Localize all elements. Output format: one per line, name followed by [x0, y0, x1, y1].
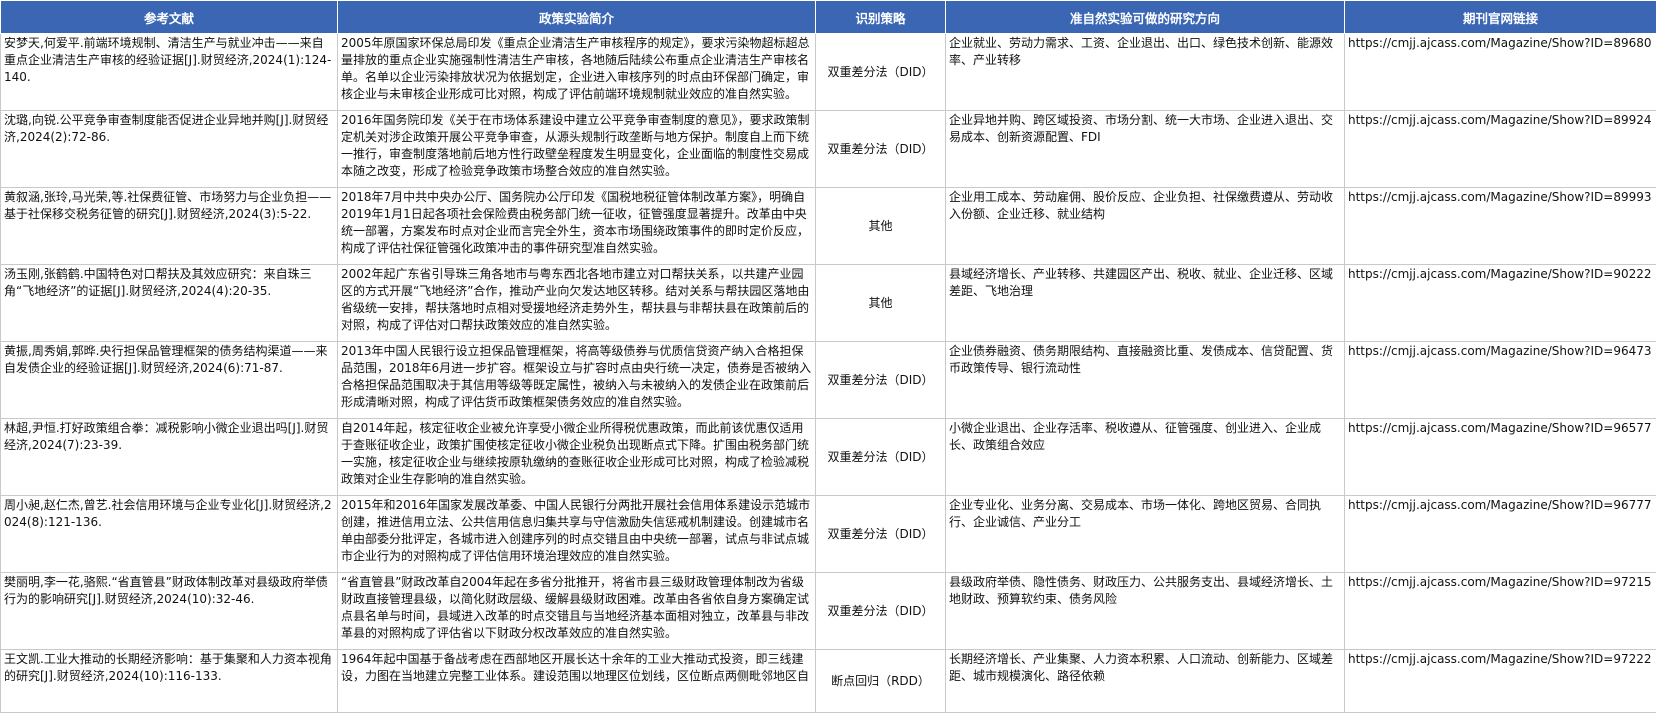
research-direction-cell[interactable]: 企业债券融资、债务期限结构、直接融资比重、发债成本、信贷配置、货币政策传导、银行…: [946, 342, 1345, 419]
research-direction-cell[interactable]: 企业就业、劳动力需求、工资、企业退出、出口、绿色技术创新、能源效率、产业转移: [946, 34, 1345, 111]
policy-intro-cell[interactable]: 2002年起广东省引导珠三角各地市与粤东西北各地市建立对口帮扶关系，以共建产业园…: [338, 265, 816, 342]
literature-table: 参考文献 政策实验简介 识别策略 准自然实验可做的研究方向 期刊官网链接 安梦天…: [0, 0, 1656, 713]
journal-link-cell[interactable]: https://cmjj.ajcass.com/Magazine/Show?ID…: [1345, 111, 1656, 188]
journal-link-cell[interactable]: https://cmjj.ajcass.com/Magazine/Show?ID…: [1345, 419, 1656, 496]
policy-intro-cell[interactable]: “省直管县”财政改革自2004年起在多省分批推开，将省市县三级财政管理体制改为省…: [338, 573, 816, 650]
research-direction-cell[interactable]: 小微企业退出、企业存活率、税收遵从、征管强度、创业进入、企业成长、政策组合效应: [946, 419, 1345, 496]
strategy-cell[interactable]: 双重差分法（DID）: [816, 496, 946, 573]
research-direction-cell[interactable]: 企业用工成本、劳动雇佣、股价反应、企业负担、社保缴费遵从、劳动收入份额、企业迁移…: [946, 188, 1345, 265]
policy-intro-cell[interactable]: 2018年7月中共中央办公厅、国务院办公厅印发《国税地税征管体制改革方案》，明确…: [338, 188, 816, 265]
reference-cell[interactable]: 周小昶,赵仁杰,曾艺.社会信用环境与企业专业化[J].财贸经济,2024(8):…: [1, 496, 338, 573]
research-direction-cell[interactable]: 县域经济增长、产业转移、共建园区产出、税收、就业、企业迁移、区域差距、飞地治理: [946, 265, 1345, 342]
policy-intro-cell[interactable]: 自2014年起，核定征收企业被允许享受小微企业所得税优惠政策，而此前该优惠仅适用…: [338, 419, 816, 496]
policy-intro-cell[interactable]: 1964年起中国基于备战考虑在西部地区开展长达十余年的工业大推动式投资，即三线建…: [338, 650, 816, 713]
header-journal-link[interactable]: 期刊官网链接: [1345, 1, 1656, 34]
policy-intro-cell[interactable]: 2015年和2016年国家发展改革委、中国人民银行分两批开展社会信用体系建设示范…: [338, 496, 816, 573]
strategy-cell[interactable]: 断点回归（RDD）: [816, 650, 946, 713]
reference-cell[interactable]: 王文凯.工业大推动的长期经济影响：基于集聚和人力资本视角的研究[J].财贸经济,…: [1, 650, 338, 713]
journal-link-cell[interactable]: https://cmjj.ajcass.com/Magazine/Show?ID…: [1345, 34, 1656, 111]
table-row: 周小昶,赵仁杰,曾艺.社会信用环境与企业专业化[J].财贸经济,2024(8):…: [1, 496, 1656, 573]
table-row: 王文凯.工业大推动的长期经济影响：基于集聚和人力资本视角的研究[J].财贸经济,…: [1, 650, 1656, 713]
reference-cell[interactable]: 汤玉刚,张鹤鹤.中国特色对口帮扶及其效应研究：来自珠三角“飞地经济”的证据[J]…: [1, 265, 338, 342]
table-row: 林超,尹恒.打好政策组合拳：减税影响小微企业退出吗[J].财贸经济,2024(7…: [1, 419, 1656, 496]
table-row: 汤玉刚,张鹤鹤.中国特色对口帮扶及其效应研究：来自珠三角“飞地经济”的证据[J]…: [1, 265, 1656, 342]
header-reference[interactable]: 参考文献: [1, 1, 338, 34]
policy-intro-cell[interactable]: 2013年中国人民银行设立担保品管理框架，将高等级债券与优质信贷资产纳入合格担保…: [338, 342, 816, 419]
reference-cell[interactable]: 沈璐,向锐.公平竞争审查制度能否促进企业异地并购[J].财贸经济,2024(2)…: [1, 111, 338, 188]
strategy-cell[interactable]: 双重差分法（DID）: [816, 573, 946, 650]
table-row: 安梦天,何爱平.前端环境规制、清洁生产与就业冲击——来自重点企业清洁生产审核的经…: [1, 34, 1656, 111]
policy-intro-cell[interactable]: 2016年国务院印发《关于在市场体系建设中建立公平竞争审查制度的意见》，要求政策…: [338, 111, 816, 188]
table-row: 沈璐,向锐.公平竞争审查制度能否促进企业异地并购[J].财贸经济,2024(2)…: [1, 111, 1656, 188]
strategy-cell[interactable]: 双重差分法（DID）: [816, 111, 946, 188]
policy-intro-cell[interactable]: 2005年原国家环保总局印发《重点企业清洁生产审核程序的规定》，要求污染物超标超…: [338, 34, 816, 111]
research-direction-cell[interactable]: 企业专业化、业务分离、交易成本、市场一体化、跨地区贸易、合同执行、企业诚信、产业…: [946, 496, 1345, 573]
research-direction-cell[interactable]: 企业异地并购、跨区域投资、市场分割、统一大市场、企业进入退出、交易成本、创新资源…: [946, 111, 1345, 188]
table-row: 黄振,周秀娟,郭晔.央行担保品管理框架的债务结构渠道——来自发债企业的经验证据[…: [1, 342, 1656, 419]
journal-link-cell[interactable]: https://cmjj.ajcass.com/Magazine/Show?ID…: [1345, 650, 1656, 713]
reference-cell[interactable]: 黄振,周秀娟,郭晔.央行担保品管理框架的债务结构渠道——来自发债企业的经验证据[…: [1, 342, 338, 419]
reference-cell[interactable]: 樊丽明,李一花,骆熙.“省直管县”财政体制改革对县级政府举债行为的影响研究[J]…: [1, 573, 338, 650]
journal-link-cell[interactable]: https://cmjj.ajcass.com/Magazine/Show?ID…: [1345, 573, 1656, 650]
reference-cell[interactable]: 黄叙涵,张玲,马光荣,等.社保费征管、市场努力与企业负担——基于社保移交税务征管…: [1, 188, 338, 265]
header-policy-intro[interactable]: 政策实验简介: [338, 1, 816, 34]
journal-link-cell[interactable]: https://cmjj.ajcass.com/Magazine/Show?ID…: [1345, 265, 1656, 342]
header-research-direction[interactable]: 准自然实验可做的研究方向: [946, 1, 1345, 34]
strategy-cell[interactable]: 其他: [816, 265, 946, 342]
reference-cell[interactable]: 安梦天,何爱平.前端环境规制、清洁生产与就业冲击——来自重点企业清洁生产审核的经…: [1, 34, 338, 111]
strategy-cell[interactable]: 双重差分法（DID）: [816, 419, 946, 496]
header-row: 参考文献 政策实验简介 识别策略 准自然实验可做的研究方向 期刊官网链接: [1, 1, 1656, 34]
research-direction-cell[interactable]: 长期经济增长、产业集聚、人力资本积累、人口流动、创新能力、区域差距、城市规模演化…: [946, 650, 1345, 713]
table-row: 樊丽明,李一花,骆熙.“省直管县”财政体制改革对县级政府举债行为的影响研究[J]…: [1, 573, 1656, 650]
journal-link-cell[interactable]: https://cmjj.ajcass.com/Magazine/Show?ID…: [1345, 496, 1656, 573]
research-direction-cell[interactable]: 县级政府举债、隐性债务、财政压力、公共服务支出、县域经济增长、土地财政、预算软约…: [946, 573, 1345, 650]
journal-link-cell[interactable]: https://cmjj.ajcass.com/Magazine/Show?ID…: [1345, 342, 1656, 419]
strategy-cell[interactable]: 双重差分法（DID）: [816, 34, 946, 111]
strategy-cell[interactable]: 其他: [816, 188, 946, 265]
journal-link-cell[interactable]: https://cmjj.ajcass.com/Magazine/Show?ID…: [1345, 188, 1656, 265]
strategy-cell[interactable]: 双重差分法（DID）: [816, 342, 946, 419]
header-strategy[interactable]: 识别策略: [816, 1, 946, 34]
table-row: 黄叙涵,张玲,马光荣,等.社保费征管、市场努力与企业负担——基于社保移交税务征管…: [1, 188, 1656, 265]
reference-cell[interactable]: 林超,尹恒.打好政策组合拳：减税影响小微企业退出吗[J].财贸经济,2024(7…: [1, 419, 338, 496]
